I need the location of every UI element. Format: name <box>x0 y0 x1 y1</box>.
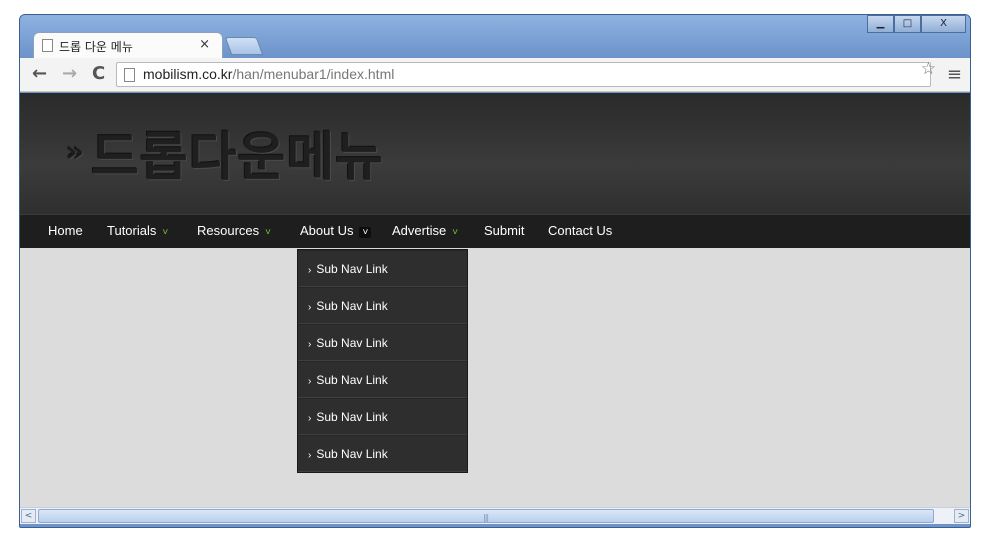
tab-close-icon[interactable]: × <box>199 37 210 52</box>
url-host: mobilism.co.kr <box>143 66 233 82</box>
chevron-down-icon: ˅ <box>452 227 459 238</box>
nav-label: Resources <box>197 223 260 238</box>
window-controls: ▁ □ X <box>867 15 966 35</box>
sub-nav-link[interactable]: › Sub Nav Link <box>298 361 467 398</box>
chevron-right-icon: › <box>308 265 312 276</box>
chevron-down-icon: ˅ <box>265 227 271 238</box>
page-icon <box>42 39 53 52</box>
nav-label: Tutorials <box>107 223 157 238</box>
scroll-left-icon[interactable]: < <box>21 509 36 523</box>
url-path: /han/menubar1/index.html <box>232 66 395 82</box>
sub-nav-link[interactable]: › Sub Nav Link <box>298 435 467 472</box>
chevron-double-down-icon: » <box>66 135 86 168</box>
nav-item-resources[interactable]: Resources ˅ <box>197 223 271 238</box>
page-content: » 드롭다운메뉴 Home Tutorials ˅ Resources ˅ About… <box>20 93 970 507</box>
tab-title: 드롭 다운 메뉴 <box>59 40 133 54</box>
grip-icon: ||| <box>483 513 489 522</box>
nav-item-tutorials[interactable]: Tutorials ˅ <box>107 223 168 238</box>
nav-label: Submit <box>484 223 525 238</box>
sub-nav-label: Sub Nav Link <box>316 410 388 424</box>
sub-nav-link[interactable]: › Sub Nav Link <box>298 250 467 287</box>
browser-toolbar: ← → C mobilism.co.kr/han/menubar1/index.… <box>20 58 970 92</box>
chevron-down-icon: ˅ <box>162 227 169 238</box>
nav-label: Home <box>48 223 83 238</box>
url-text: mobilism.co.kr/han/menubar1/index.html <box>143 66 394 82</box>
scrollbar-thumb[interactable]: ||| <box>38 509 934 523</box>
chevron-right-icon: › <box>308 302 312 313</box>
reload-icon[interactable]: C <box>92 63 105 84</box>
nav-label: Contact Us <box>548 223 613 238</box>
site-header: » 드롭다운메뉴 <box>20 93 970 214</box>
minimize-button[interactable]: ▁ <box>867 15 894 33</box>
nav-label: About Us <box>300 223 354 238</box>
browser-menu-icon[interactable]: ≡ <box>947 64 962 85</box>
nav-item-advertise[interactable]: Advertise ˅ <box>392 223 458 238</box>
nav-item-home[interactable]: Home <box>48 223 83 238</box>
close-window-button[interactable]: X <box>921 15 966 33</box>
sub-nav-label: Sub Nav Link <box>316 299 388 313</box>
nav-item-about-us[interactable]: About Us ˅ <box>300 223 372 238</box>
sub-nav-label: Sub Nav Link <box>316 447 388 461</box>
browser-window: 드롭 다운 메뉴 × ▁ □ X ← → C mobilism.co.kr/ha… <box>19 14 971 528</box>
chevron-down-icon: ˅ <box>359 227 372 238</box>
forward-icon[interactable]: → <box>62 63 77 84</box>
page-icon <box>124 68 135 82</box>
back-icon[interactable]: ← <box>32 63 47 84</box>
sub-nav-link[interactable]: › Sub Nav Link <box>298 398 467 435</box>
chevron-right-icon: › <box>308 376 312 387</box>
chevron-right-icon: › <box>308 413 312 424</box>
sub-nav-link[interactable]: › Sub Nav Link <box>298 324 467 361</box>
browser-tab[interactable]: 드롭 다운 메뉴 × <box>33 32 223 58</box>
maximize-button[interactable]: □ <box>894 15 921 33</box>
sub-nav-link[interactable]: › Sub Nav Link <box>298 287 467 324</box>
new-tab-button[interactable] <box>224 37 264 55</box>
chevron-right-icon: › <box>308 339 312 350</box>
about-us-dropdown: › Sub Nav Link › Sub Nav Link › Sub Nav Lin… <box>297 249 468 473</box>
sub-nav-label: Sub Nav Link <box>316 262 388 276</box>
scroll-right-icon[interactable]: > <box>954 509 969 523</box>
title-bar: 드롭 다운 메뉴 × ▁ □ X <box>20 15 970 58</box>
chevron-right-icon: › <box>308 450 312 461</box>
nav-item-contact-us[interactable]: Contact Us <box>548 223 612 238</box>
nav-item-submit[interactable]: Submit <box>484 223 524 238</box>
site-title-text: 드롭다운메뉴 <box>91 128 385 188</box>
site-title: » 드롭다운메뉴 <box>66 115 384 190</box>
sub-nav-label: Sub Nav Link <box>316 373 388 387</box>
bookmark-star-icon[interactable]: ☆ <box>921 59 936 79</box>
sub-nav-label: Sub Nav Link <box>316 336 388 350</box>
nav-label: Advertise <box>392 223 447 238</box>
horizontal-scrollbar[interactable]: < ||| > <box>20 507 970 524</box>
address-bar[interactable]: mobilism.co.kr/han/menubar1/index.html <box>116 62 931 87</box>
main-navbar: Home Tutorials ˅ Resources ˅ About Us ˅ Adv… <box>20 214 970 248</box>
